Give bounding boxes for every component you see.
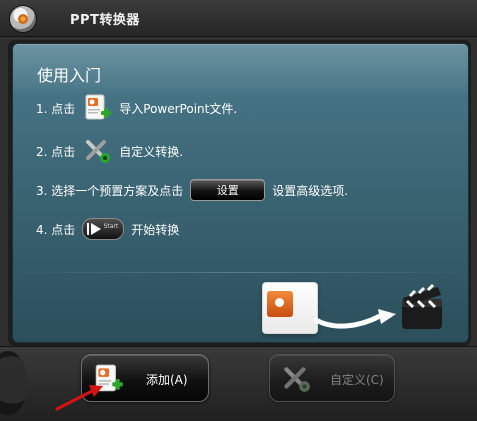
step-1-text: 导入PowerPoint文件.: [119, 101, 238, 116]
step-3: 3. 选择一个预置方案及点击 设置 设置高级选项.: [36, 175, 348, 205]
step-3-prefix: 3. 选择一个预置方案及点击: [36, 183, 184, 198]
convert-arrow-icon: [314, 309, 396, 329]
add-file-icon: [82, 93, 112, 123]
red-arrow-icon: [55, 385, 103, 411]
panel-title: 使用入门: [37, 66, 102, 85]
start-button[interactable]: Start: [82, 218, 125, 240]
step-1-prefix: 1. 点击: [36, 101, 76, 116]
step-2: 2. 点击 自定义转换.: [36, 136, 183, 166]
movie-clapper-icon: [402, 283, 442, 329]
getting-started-panel: 使用入门 1. 点击 导入PowerPoint文件. 2. 点击 自定义转换. …: [12, 43, 469, 343]
step-4: 4. 点击 Start 开始转换: [36, 214, 179, 244]
customize-button[interactable]: 自定义(C): [269, 354, 395, 402]
start-icon: [91, 223, 102, 235]
powerpoint-document-icon: [262, 282, 318, 334]
step-3-text: 设置高级选项.: [272, 183, 349, 198]
start-button-text: Start: [103, 223, 119, 230]
step-1: 1. 点击 导入PowerPoint文件.: [36, 93, 237, 123]
step-4-prefix: 4. 点击: [36, 222, 76, 237]
customize-button-label: 自定义(C): [330, 373, 384, 387]
settings-button[interactable]: 设置: [190, 179, 266, 201]
add-button-label: 添加(A): [146, 373, 188, 387]
step-4-text: 开始转换: [131, 222, 180, 237]
app-logo-icon: [10, 6, 36, 32]
tools-icon: [284, 367, 310, 392]
step-2-text: 自定义转换.: [119, 144, 184, 159]
step-2-prefix: 2. 点击: [36, 144, 76, 159]
tools-icon: [82, 136, 112, 166]
title-bar: PPT转换器: [0, 0, 477, 37]
panel-divider: [13, 272, 468, 273]
powerpoint-mark-icon: [267, 291, 293, 317]
start-bar-icon: [87, 223, 90, 235]
window-title: PPT转换器: [70, 13, 140, 28]
